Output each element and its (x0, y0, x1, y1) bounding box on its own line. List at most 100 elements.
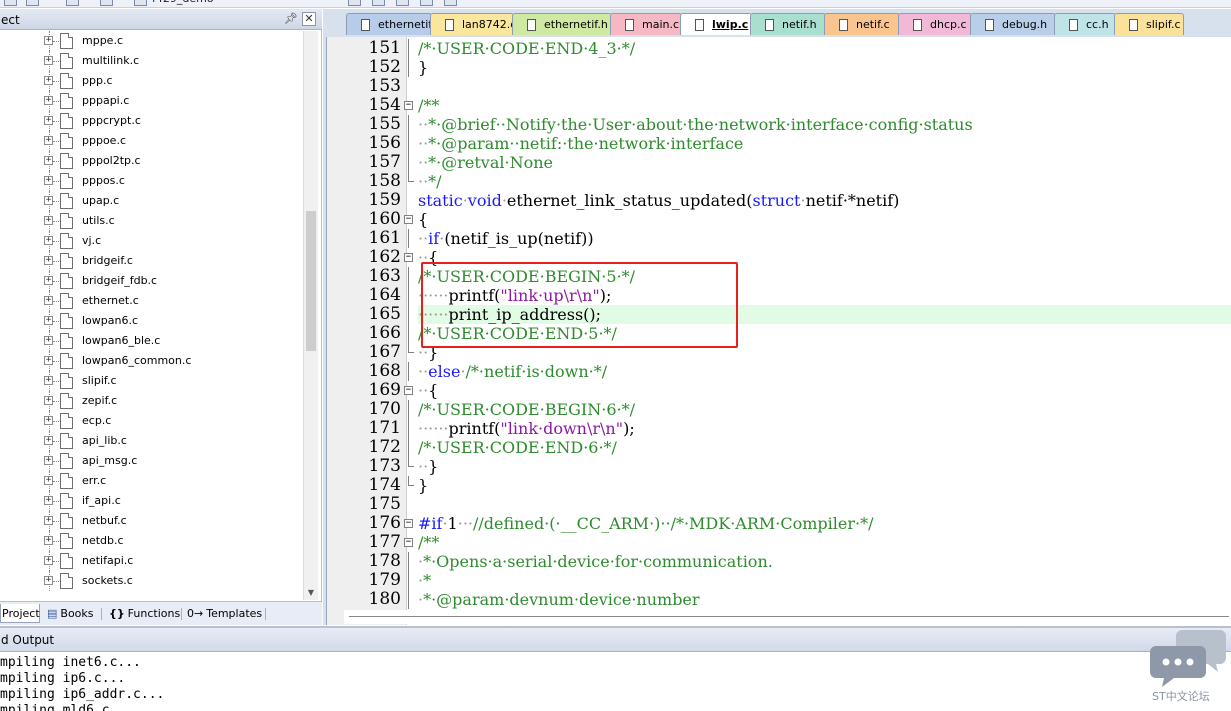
tab-books[interactable]: ▤ Books (47, 604, 94, 623)
tree-item[interactable]: + lowpan6.c (0, 311, 303, 331)
code-line[interactable]: 178 ·*·Opens·a·serial·device·for·communic… (327, 552, 1231, 571)
tree-item[interactable]: + zepif.c (0, 391, 303, 411)
tree-item[interactable]: + pppos.c (0, 171, 303, 191)
code-line[interactable]: 176− #if·1···//defined·(·__CC_ARM·)··/*·M… (327, 514, 1231, 534)
code-line[interactable]: 163 /*·USER·CODE·BEGIN·5·*/ (327, 267, 1231, 286)
tree-scrollbar[interactable]: ▼ (303, 31, 318, 600)
code-line[interactable]: 151 /*·USER·CODE·END·4_3·*/ (327, 39, 1231, 58)
code-line[interactable]: 157 ··*·@retval·None (327, 153, 1231, 172)
code-line[interactable]: 153 (327, 77, 1231, 96)
file-tab[interactable]: debug.h (970, 13, 1056, 35)
tree-item[interactable]: + pppol2tp.c (0, 151, 303, 171)
expand-icon[interactable]: + (44, 556, 53, 565)
tree-item[interactable]: + sockets.c (0, 571, 303, 591)
code-line[interactable]: 177−/** (327, 533, 1231, 553)
tree-item[interactable]: + pppoe.c (0, 131, 303, 151)
fold-collapse-icon[interactable]: − (404, 253, 413, 262)
expand-icon[interactable]: + (44, 196, 53, 205)
code-editor[interactable]: 151/*·USER·CODE·END·4_3·*/152} 153 154−/**… (326, 37, 1231, 625)
code-line[interactable]: 156 ··*·@param··netif:·the·network·interf… (327, 134, 1231, 153)
expand-icon[interactable]: + (44, 416, 53, 425)
horizontal-scrollbar[interactable] (344, 610, 1231, 624)
fold-collapse-icon[interactable]: − (404, 538, 413, 547)
toolbar-button-icon[interactable] (26, 0, 39, 6)
toolbar-button-icon[interactable] (372, 0, 385, 6)
file-tab[interactable]: ethernetif.c (346, 13, 432, 35)
expand-icon[interactable]: + (44, 56, 53, 65)
close-icon[interactable]: ✕ (302, 12, 316, 26)
tree-item[interactable]: + utils.c (0, 211, 303, 231)
expand-icon[interactable]: + (44, 436, 53, 445)
tab-project[interactable]: Project (0, 604, 40, 623)
tree-item[interactable]: + if_api.c (0, 491, 303, 511)
expand-icon[interactable]: + (44, 476, 53, 485)
file-tab[interactable]: netif.c (824, 13, 900, 35)
expand-icon[interactable]: + (44, 216, 53, 225)
tree-item[interactable]: + pppapi.c (0, 91, 303, 111)
expand-icon[interactable]: + (44, 276, 53, 285)
toolbar-button-icon[interactable] (444, 0, 457, 6)
code-line[interactable]: 170 /*·USER·CODE·BEGIN·6·*/ (327, 400, 1231, 419)
expand-icon[interactable]: + (44, 396, 53, 405)
expand-icon[interactable]: + (44, 136, 53, 145)
expand-icon[interactable]: + (44, 256, 53, 265)
tree-item[interactable]: + slipif.c (0, 371, 303, 391)
code-line[interactable]: 180 ·*·@param·devnum·device·number (327, 590, 1231, 609)
expand-icon[interactable]: + (44, 336, 53, 345)
code-line[interactable]: 159 static·void·ethernet_link_status_upda… (327, 191, 1231, 211)
expand-icon[interactable]: + (44, 576, 53, 585)
expand-icon[interactable]: + (44, 96, 53, 105)
pin-icon[interactable]: 📌︎ (284, 12, 298, 26)
code-line[interactable]: 154−/** (327, 96, 1231, 116)
toolbar-button-icon[interactable] (66, 0, 79, 6)
tree-item[interactable]: + ethernet.c (0, 291, 303, 311)
toolbar-button-icon[interactable] (100, 0, 113, 6)
tree-item[interactable]: + netifapi.c (0, 551, 303, 571)
fold-collapse-icon[interactable]: − (404, 386, 413, 395)
code-line[interactable]: 175 (327, 495, 1231, 514)
tree-item[interactable]: + api_lib.c (0, 431, 303, 451)
expand-icon[interactable]: + (44, 376, 53, 385)
expand-icon[interactable]: + (44, 176, 53, 185)
code-line[interactable]: 164 ······printf("link·up\r\n"); (327, 286, 1231, 305)
code-line[interactable]: 161 ··if·(netif_is_up(netif)) (327, 229, 1231, 248)
fold-collapse-icon[interactable]: − (404, 101, 413, 110)
expand-icon[interactable]: + (44, 156, 53, 165)
code-line[interactable]: 152} (327, 58, 1231, 77)
code-line[interactable]: 168 ··else·/*·netif·is·down·*/ (327, 362, 1231, 381)
expand-icon[interactable]: + (44, 496, 53, 505)
tree-item[interactable]: + bridgeif.c (0, 251, 303, 271)
tree-item[interactable]: + netdb.c (0, 531, 303, 551)
file-tab[interactable]: slipif.c (1114, 13, 1184, 35)
code-line[interactable]: 165 ······print_ip_address(); (327, 305, 1231, 324)
scroll-down-icon[interactable]: ▼ (306, 588, 316, 598)
expand-icon[interactable]: + (44, 516, 53, 525)
tree-item[interactable]: + ppp.c (0, 71, 303, 91)
expand-icon[interactable]: + (44, 316, 53, 325)
tree-item[interactable]: + err.c (0, 471, 303, 491)
file-tab[interactable]: lan8742.c (430, 13, 514, 35)
tree-item[interactable]: + ecp.c (0, 411, 303, 431)
tree-item[interactable]: + upap.c (0, 191, 303, 211)
toolbar-button-icon[interactable] (396, 0, 409, 6)
code-line[interactable]: 169− ··{ (327, 381, 1231, 401)
toolbar-button-icon[interactable] (4, 0, 17, 6)
expand-icon[interactable]: + (44, 76, 53, 85)
target-select[interactable]: f429_demo (152, 0, 214, 5)
expand-icon[interactable]: + (44, 456, 53, 465)
code-line[interactable]: 172 /*·USER·CODE·END·6·*/ (327, 438, 1231, 457)
fold-collapse-icon[interactable]: − (404, 519, 413, 528)
file-tab[interactable]: netif.h (750, 13, 826, 35)
scroll-thumb[interactable] (306, 211, 316, 351)
code-line[interactable]: 171 ······printf("link·down\r\n"); (327, 419, 1231, 438)
tree-item[interactable]: + lowpan6_ble.c (0, 331, 303, 351)
code-line[interactable]: 174} (327, 476, 1231, 496)
tree-item[interactable]: + pppcrypt.c (0, 111, 303, 131)
code-line[interactable]: 162− ··{ (327, 248, 1231, 268)
toolbar-button-icon[interactable] (420, 0, 433, 6)
file-tab[interactable]: cc.h (1054, 13, 1116, 35)
expand-icon[interactable]: + (44, 116, 53, 125)
expand-icon[interactable]: + (44, 536, 53, 545)
toolbar-button-icon[interactable] (134, 0, 147, 6)
tree-item[interactable]: + api_msg.c (0, 451, 303, 471)
